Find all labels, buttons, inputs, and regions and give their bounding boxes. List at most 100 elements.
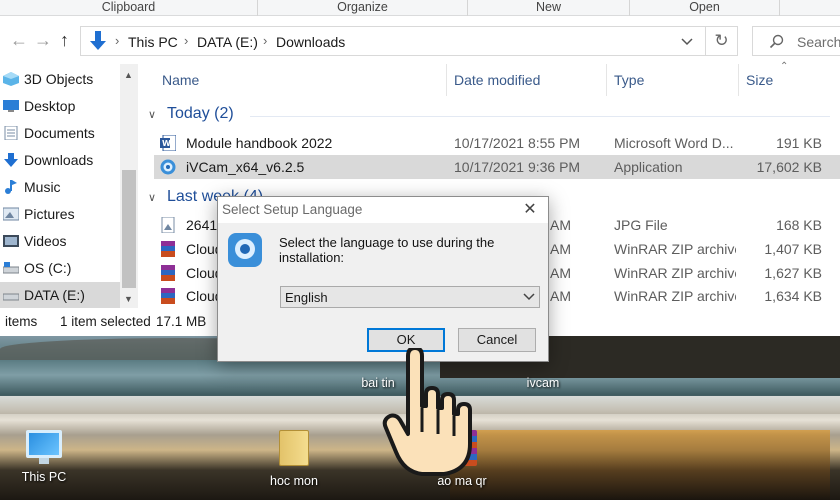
file-name: iVCam_x64_v6.2.5 [186,159,305,175]
drive-icon [3,262,19,274]
scroll-down-icon[interactable]: ▼ [124,294,133,304]
group-collapse-icon[interactable]: ∨ [148,108,156,121]
nav-item-downloads[interactable]: Downloads [0,147,120,173]
nav-item-pictures[interactable]: Pictures [0,201,120,227]
refresh-icon[interactable]: ↻ [706,26,738,56]
ribbon-group-clipboard: Clipboard [0,0,258,16]
column-header-size[interactable]: Size [746,72,773,88]
downloads-arrow-icon [90,31,106,50]
file-row-selected[interactable]: iVCam_x64_v6.2.5 10/17/2021 9:36 PM Appl… [154,155,840,179]
breadcrumb-data-e[interactable]: DATA (E:) [197,34,258,50]
nav-item-label: Music [24,179,61,195]
column-header-date-modified[interactable]: Date modified [454,72,540,88]
nav-item-videos[interactable]: Videos [0,228,120,254]
column-divider[interactable] [606,64,607,96]
close-icon[interactable]: ✕ [518,199,542,221]
forward-arrow-icon[interactable]: → [34,30,52,50]
desktop-icon-label: ivcam [526,376,560,390]
file-size: 191 KB [776,135,822,151]
file-type: WinRAR ZIP archive [614,241,736,257]
file-date: 10/17/2021 9:36 PM [454,159,581,175]
file-row[interactable]: W Module handbook 2022 10/17/2021 8:55 P… [154,131,840,155]
file-date: 10/17/2021 8:55 PM [454,135,581,151]
file-date: AM [550,288,571,304]
status-selection: 1 item selected [60,314,151,329]
jpg-file-icon [161,217,175,233]
column-divider[interactable] [738,64,739,96]
ribbon-group-open: Open [630,0,780,16]
documents-icon [4,126,18,140]
sort-ascending-icon: ⌃ [780,61,789,72]
desktop-icon-hoc-mon[interactable]: hoc mon [262,430,326,488]
winrar-archive-icon [161,241,175,257]
ivcam-setup-icon [228,233,262,267]
file-date: AM [550,241,571,257]
column-divider[interactable] [446,64,447,96]
nav-item-label: 3D Objects [24,71,94,87]
breadcrumb-separator: › [115,33,120,48]
3d-objects-icon [3,72,19,86]
desktop-icon-label: hoc mon [270,474,318,488]
scroll-up-icon[interactable]: ▲ [124,70,133,80]
nav-item-label: Documents [24,125,95,141]
nav-item-3d-objects[interactable]: 3D Objects [0,66,120,92]
nav-item-music[interactable]: Music [0,174,120,200]
group-header-today[interactable]: Today (2) [167,105,234,123]
up-arrow-icon[interactable]: ↑ [60,30,69,50]
svg-text:W: W [162,139,171,148]
downloads-icon [4,153,18,167]
breadcrumb-separator: › [184,33,189,48]
nav-item-label: DATA (E:) [24,287,85,303]
file-size: 1,634 KB [764,288,822,304]
desktop-icon-ivcam[interactable]: ivcam [515,374,571,390]
status-item-count: items [5,314,38,329]
nav-item-desktop[interactable]: Desktop [0,93,120,119]
file-type: WinRAR ZIP archive [614,288,736,304]
videos-icon [3,235,19,247]
music-icon [5,180,17,194]
file-size: 1,407 KB [764,241,822,257]
chevron-down-icon[interactable] [681,38,693,46]
search-box[interactable]: Search [752,26,840,56]
ribbon-group-new: New [468,0,630,16]
scrollbar-thumb[interactable] [122,170,136,288]
word-document-icon: W [160,135,176,151]
file-name: Module handbook 2022 [186,135,333,151]
dialog-titlebar[interactable]: Select Setup Language ✕ [218,197,548,223]
column-header-name[interactable]: Name [162,72,199,88]
this-pc-icon [26,430,62,464]
navigation-pane: 3D Objects Desktop Documents Downloads M… [0,64,138,308]
nav-item-os-c[interactable]: OS (C:) [0,255,120,281]
status-size: 17.1 MB [156,314,207,329]
ivcam-app-icon [160,159,176,175]
breadcrumb-separator: › [263,33,268,48]
ribbon-group-organize: Organize [258,0,468,16]
language-select[interactable]: English [280,286,540,308]
breadcrumb-downloads[interactable]: Downloads [276,34,345,50]
file-size: 168 KB [776,217,822,233]
search-icon [769,34,784,49]
nav-item-documents[interactable]: Documents [0,120,120,146]
nav-item-label: Pictures [24,206,75,222]
group-collapse-icon[interactable]: ∨ [148,191,156,204]
breadcrumb-this-pc[interactable]: This PC [128,34,178,50]
camera-lens-center [240,244,250,254]
nav-scrollbar[interactable]: ▲ ▼ [120,64,138,308]
nav-item-label: Videos [24,233,67,249]
dialog-title: Select Setup Language [222,202,363,217]
nav-item-label: Desktop [24,98,76,114]
select-setup-language-dialog: Select Setup Language ✕ Select the langu… [217,196,549,362]
column-header-type[interactable]: Type [614,72,644,88]
file-date: AM [550,265,571,281]
search-placeholder: Search [797,34,840,50]
file-size: 1,627 KB [764,265,822,281]
winrar-archive-icon [161,265,175,281]
nav-item-data-e[interactable]: DATA (E:) [0,282,120,308]
address-row: ← → ↑ › This PC › DATA (E:) › Downloads … [0,22,840,62]
back-arrow-icon[interactable]: ← [10,30,28,50]
address-bar[interactable]: › This PC › DATA (E:) › Downloads [80,26,706,56]
file-type: JPG File [614,217,668,233]
file-date: AM [550,217,571,233]
group-divider [250,116,830,117]
desktop-icon-this-pc[interactable]: This PC [14,430,74,484]
